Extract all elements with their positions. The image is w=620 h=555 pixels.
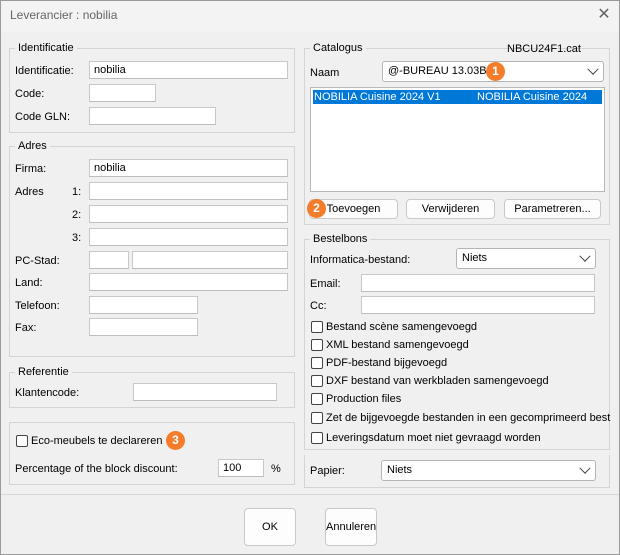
land-input[interactable] [89, 273, 288, 291]
verwijderen-button[interactable]: Verwijderen [406, 199, 495, 219]
option-checkbox[interactable] [311, 393, 323, 405]
option-label: Leveringsdatum moet niet gevraagd worden [326, 432, 541, 444]
catalog-file-name: NBCU24F1.cat [507, 43, 581, 55]
pc-stad-label: PC-Stad: [15, 255, 60, 267]
option-checkbox[interactable] [311, 339, 323, 351]
fax-input[interactable] [89, 318, 198, 336]
firma-label: Firma: [15, 163, 47, 175]
footer-divider [0, 494, 620, 495]
callout-badge-3: 3 [166, 431, 185, 450]
chevron-down-icon [579, 250, 591, 262]
code-gln-label: Code GLN: [15, 111, 71, 123]
list-item-catalog: NOBILIA Cuisine 2024 V1 [477, 91, 588, 117]
informatica-bestand-value: Niets [462, 252, 488, 264]
option-label: Production files [326, 393, 402, 405]
window-title: Leverancier : nobilia [10, 8, 118, 22]
option-checkbox[interactable] [311, 432, 323, 444]
adres-line3-input[interactable] [89, 228, 288, 246]
informatica-bestand-dropdown[interactable]: Niets [456, 248, 596, 269]
code-gln-input[interactable] [89, 107, 216, 125]
option-label: DXF bestand van werkbladen samengevoegd [326, 375, 549, 387]
identificatie-label: Identificatie: [15, 65, 74, 77]
option-label: PDF-bestand bijgevoegd [326, 357, 448, 369]
cc-label: Cc: [310, 300, 327, 312]
identificatie-input[interactable]: nobilia [89, 61, 288, 79]
catalogus-legend: Catalogus [313, 42, 363, 54]
naam-dropdown-value: @-BUREAU 13.03B [388, 65, 487, 77]
callout-badge-2: 2 [307, 199, 326, 218]
land-label: Land: [15, 277, 43, 289]
option-checkbox[interactable] [311, 321, 323, 333]
adres-label: Adres [15, 186, 44, 198]
option-checkbox[interactable] [311, 357, 323, 369]
annuleren-button[interactable]: Annuleren [325, 508, 377, 546]
catalog-list[interactable]: NOBILIA Cuisine 2024 V1 NOBILIA Cuisine … [310, 87, 605, 192]
option-checkbox[interactable] [311, 412, 323, 424]
postcode-input[interactable] [89, 251, 129, 269]
referentie-legend: Referentie [18, 366, 69, 378]
papier-dropdown[interactable]: Niets [381, 460, 596, 481]
chevron-down-icon [579, 462, 591, 474]
list-item-name: NOBILIA Cuisine 2024 V1 [314, 91, 441, 103]
parametreren-button[interactable]: Parametreren... [504, 199, 601, 219]
papier-value: Niets [387, 464, 413, 476]
adres-legend: Adres [18, 140, 47, 152]
klantencode-input[interactable] [133, 383, 277, 401]
option-label: Bestand scène samengevoegd [326, 321, 478, 333]
close-icon[interactable]: ✕ [596, 6, 612, 24]
eco-meubels-label: Eco-meubels te declareren [31, 435, 163, 447]
percent-sign: % [271, 463, 281, 475]
block-discount-label: Percentage of the block discount: [15, 463, 178, 475]
option-label: XML bestand samengevoegd [326, 339, 469, 351]
chevron-down-icon [587, 63, 599, 75]
cc-input[interactable] [361, 296, 595, 314]
fax-label: Fax: [15, 322, 37, 334]
email-label: Email: [310, 278, 341, 290]
option-checkbox[interactable] [311, 375, 323, 387]
email-input[interactable] [361, 274, 595, 292]
block-discount-input[interactable]: 100 [218, 459, 264, 477]
option-label: Zet de bijgevoegde bestanden in een geco… [326, 412, 611, 424]
code-label: Code: [15, 88, 45, 100]
informatica-bestand-label: Informatica-bestand: [310, 254, 411, 266]
eco-meubels-checkbox[interactable] [16, 435, 28, 447]
ok-button[interactable]: OK [244, 508, 296, 546]
stad-input[interactable] [132, 251, 288, 269]
telefoon-label: Telefoon: [15, 300, 60, 312]
adres-line3-number: 3: [72, 232, 82, 244]
callout-badge-1: 1 [486, 62, 505, 81]
telefoon-input[interactable] [89, 296, 198, 314]
naam-label: Naam [310, 67, 340, 79]
adres-line2-number: 2: [72, 209, 82, 221]
firma-input[interactable]: nobilia [89, 159, 288, 177]
adres-line2-input[interactable] [89, 205, 288, 223]
klantencode-label: Klantencode: [15, 387, 80, 399]
bestelbons-legend: Bestelbons [313, 233, 368, 245]
code-input[interactable] [89, 84, 156, 102]
papier-label: Papier: [310, 465, 345, 477]
list-item[interactable]: NOBILIA Cuisine 2024 V1 NOBILIA Cuisine … [313, 90, 602, 117]
adres-line1-input[interactable] [89, 182, 288, 200]
adres-line1-number: 1: [72, 186, 82, 198]
identificatie-legend: Identificatie [18, 42, 74, 54]
